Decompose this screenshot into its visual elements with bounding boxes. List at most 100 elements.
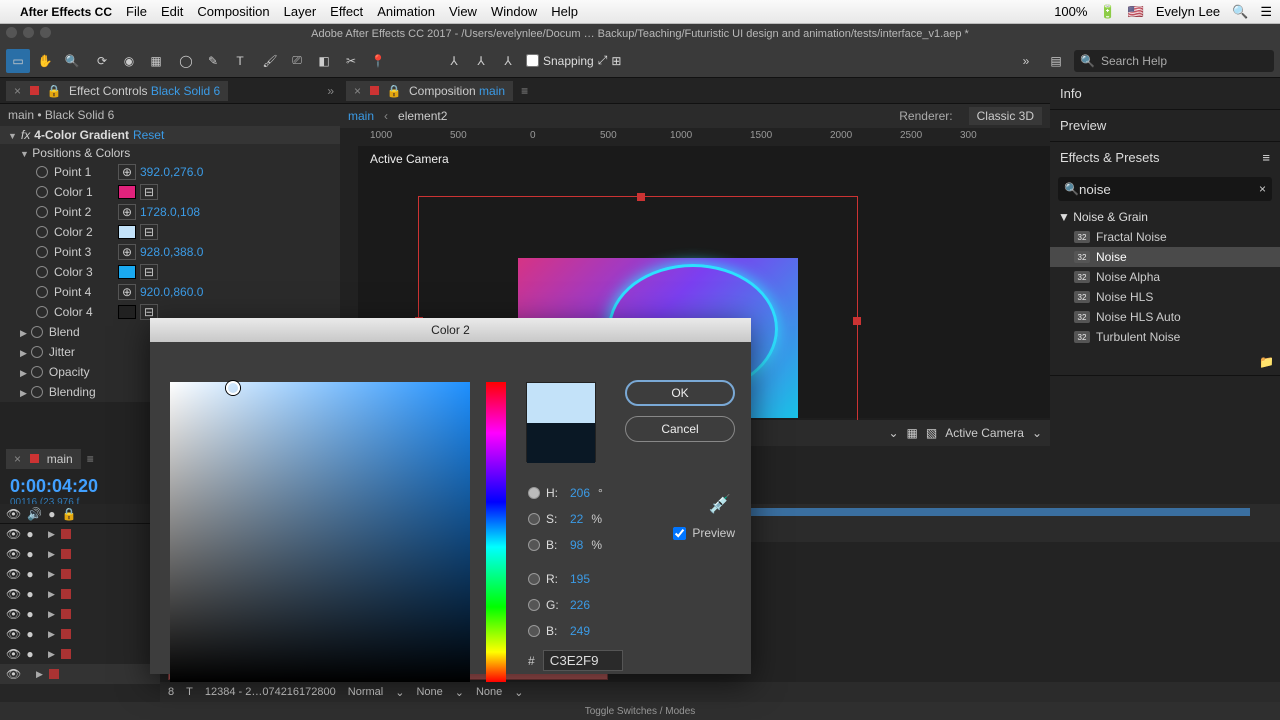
crosshair-icon[interactable]: ⊕ [118,284,136,300]
layer-8-row[interactable]: 8 T 12384 - 2…074216172800 Normal⌄ None⌄… [160,682,1280,702]
disclosure-icon[interactable] [48,589,55,600]
menu-view[interactable]: View [449,4,477,19]
effect-preset-item[interactable]: 32Noise Alpha [1050,267,1280,287]
lock-icon[interactable]: 🔒 [47,84,62,98]
param-value[interactable]: 392.0,276.0 [140,165,203,179]
layer-row[interactable]: 👁● [0,624,160,644]
visibility-toggle[interactable]: 👁 [6,627,18,641]
color-field[interactable] [170,382,470,682]
layer-row[interactable]: 👁 [0,664,160,684]
solo-toggle[interactable]: ● [24,587,36,601]
preview-panel[interactable]: Preview [1050,110,1280,142]
rotate-tool[interactable]: ⟳ [90,49,114,73]
solo-toggle[interactable]: ● [24,607,36,621]
b2-value[interactable]: 249 [570,624,590,638]
brush-tool[interactable]: 🖌 [258,49,282,73]
b-radio[interactable] [528,539,540,551]
axis-view-icon[interactable]: ⅄ [496,49,520,73]
layer-row[interactable]: 👁● [0,644,160,664]
grid-icon[interactable]: ▦ [907,426,918,440]
param-value[interactable]: 1728.0,108 [140,205,200,219]
disclosure-icon[interactable] [48,569,55,580]
menu-extras-icon[interactable]: ☰ [1260,4,1272,20]
solo-toggle[interactable]: ● [24,567,36,581]
panel-menu-icon[interactable]: ≡ [87,452,94,466]
track-matte-dropdown[interactable]: None [416,686,442,698]
new-bin-icon[interactable]: 📁 [1259,355,1274,369]
chevron-left-icon[interactable]: ‹ [384,109,388,123]
panel-menu-icon[interactable]: ≡ [521,84,528,98]
audio-column-icon[interactable]: 🔊 [27,507,42,521]
r-radio[interactable] [528,573,540,585]
g-radio[interactable] [528,599,540,611]
camera-dropdown[interactable]: Active Camera [945,426,1024,440]
r-value[interactable]: 195 [570,572,590,586]
menu-file[interactable]: File [126,4,147,19]
disclosure-icon[interactable] [20,345,27,359]
selection-tool[interactable]: ▭ [6,49,30,73]
g-value[interactable]: 226 [570,598,590,612]
close-icon[interactable]: × [354,84,361,98]
disclosure-icon[interactable] [48,529,55,540]
h-radio[interactable] [528,487,540,499]
stopwatch-icon[interactable] [36,306,48,318]
param-row[interactable]: Point 4⊕920.0,860.0 [0,282,340,302]
stopwatch-icon[interactable] [36,166,48,178]
eyedropper-icon[interactable]: ⊟ [140,264,158,280]
param-group[interactable]: Positions & Colors [0,144,340,162]
effect-controls-tab[interactable]: × 🔒 Effect Controls Black Solid 6 [6,81,228,101]
camera-tool[interactable]: ◉ [117,49,141,73]
crosshair-icon[interactable]: ⊕ [118,204,136,220]
menu-animation[interactable]: Animation [377,4,435,19]
traffic-lights[interactable] [6,27,51,38]
s-value[interactable]: 22 [570,512,583,526]
zoom-tool[interactable]: 🔍 [60,49,84,73]
axis-world-icon[interactable]: ⅄ [469,49,493,73]
visibility-toggle[interactable]: 👁 [6,667,18,681]
solo-toggle[interactable]: ● [24,627,36,641]
solo-toggle[interactable]: ● [24,647,36,661]
chevron-down-icon[interactable]: ⌄ [888,426,898,440]
param-value[interactable]: 928.0,388.0 [140,245,203,259]
resize-handle[interactable] [853,317,861,325]
composition-tab[interactable]: × 🔒 Composition main [346,81,513,101]
puppet-tool[interactable]: 📍 [366,49,390,73]
disclosure-icon[interactable] [48,549,55,560]
chevron-down-icon[interactable]: ⌄ [1032,426,1042,440]
disclosure-icon[interactable] [48,629,55,640]
info-panel[interactable]: Info [1050,78,1280,110]
effects-search[interactable]: 🔍 × [1058,177,1272,201]
timeline-tab[interactable]: × main [6,449,81,469]
layer-row[interactable]: 👁● [0,584,160,604]
effect-preset-item[interactable]: 32Fractal Noise [1050,227,1280,247]
lock-column-icon[interactable]: 🔒 [61,507,76,521]
effect-row[interactable]: fx 4-Color Gradient Reset [0,126,340,144]
axis-local-icon[interactable]: ⅄ [442,49,466,73]
hue-slider[interactable] [486,382,506,682]
eyedropper-icon[interactable]: ⊟ [140,184,158,200]
visibility-toggle[interactable]: 👁 [6,567,18,581]
close-icon[interactable]: × [14,452,21,466]
hex-input[interactable] [543,650,623,671]
effect-preset-item[interactable]: 32Noise HLS Auto [1050,307,1280,327]
roto-tool[interactable]: ✂ [339,49,363,73]
color-swatch[interactable] [118,265,136,279]
cancel-button[interactable]: Cancel [625,416,735,442]
param-row[interactable]: Point 2⊕1728.0,108 [0,202,340,222]
effect-preset-item[interactable]: 32Noise [1050,247,1280,267]
stopwatch-icon[interactable] [36,266,48,278]
clone-tool[interactable]: ⎚ [285,49,309,73]
mask-icon[interactable]: ▧ [926,426,937,440]
crosshair-icon[interactable]: ⊕ [118,164,136,180]
param-row[interactable]: Color 1⊟ [0,182,340,202]
help-search[interactable]: 🔍 Search Help [1074,50,1274,72]
disclosure-icon[interactable] [48,609,55,620]
menu-composition[interactable]: Composition [197,4,269,19]
menu-help[interactable]: Help [551,4,578,19]
visibility-toggle[interactable]: 👁 [6,647,18,661]
visibility-toggle[interactable]: 👁 [6,607,18,621]
color-cursor[interactable] [226,381,240,395]
param-row[interactable]: Color 3⊟ [0,262,340,282]
visibility-toggle[interactable]: 👁 [6,527,18,541]
comp-crumb-sub[interactable]: element2 [398,109,447,123]
